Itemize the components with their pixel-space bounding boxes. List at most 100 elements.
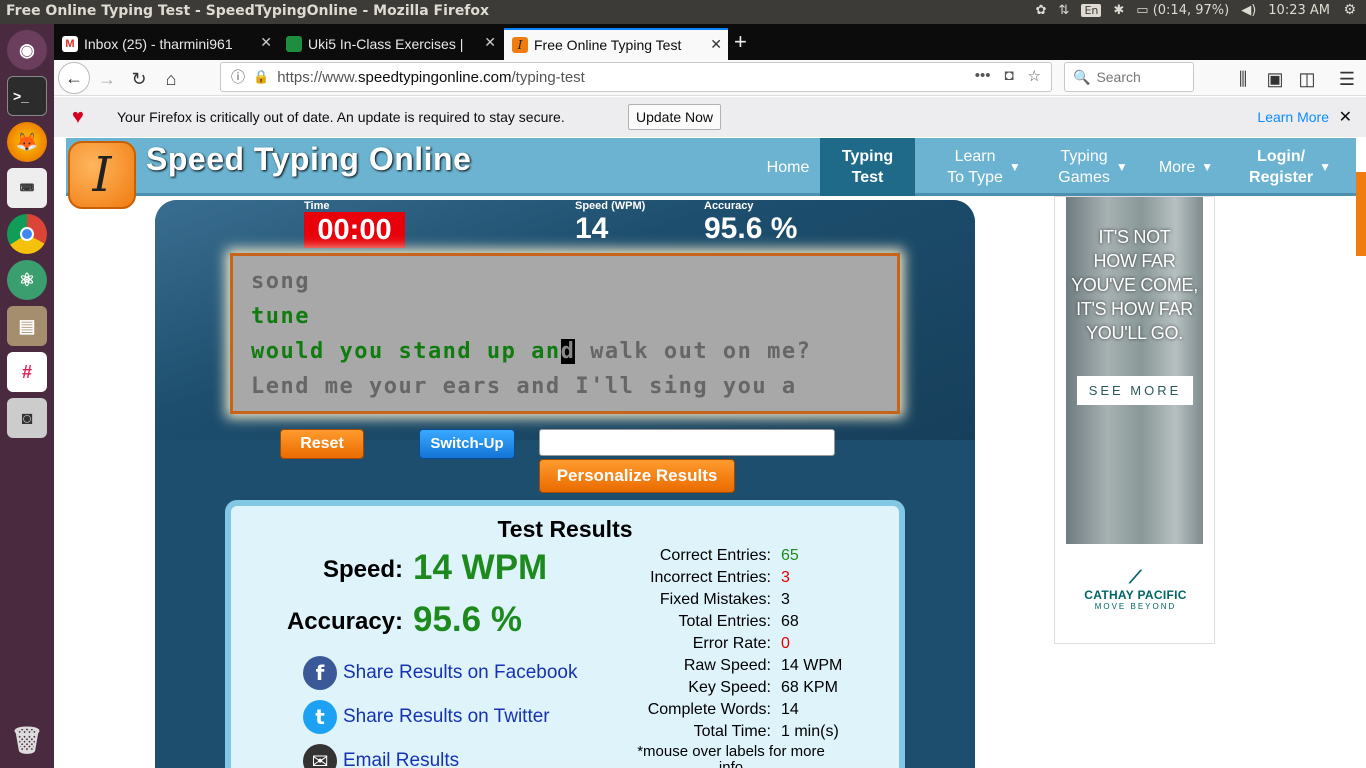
remaining-text: walk out on me?	[575, 339, 812, 364]
back-button[interactable]: ←	[58, 62, 90, 94]
volume-icon[interactable]: ◀)	[1241, 3, 1256, 18]
switch-up-button[interactable]: Switch-Up	[419, 429, 515, 459]
search-input[interactable]: 🔍 Search	[1064, 62, 1194, 92]
accuracy-result-label[interactable]: Accuracy:	[251, 608, 403, 636]
new-tab-button[interactable]: +	[734, 29, 747, 55]
chrome-icon[interactable]	[7, 214, 47, 254]
text-line-current: would you stand up and walk out on me?	[251, 334, 897, 369]
bluetooth-icon[interactable]: ✱	[1113, 3, 1124, 18]
share-twitter-link[interactable]: t Share Results on Twitter	[303, 700, 550, 734]
close-icon[interactable]: ✕	[1339, 107, 1352, 127]
page-actions-icon[interactable]: •••	[975, 67, 991, 85]
keyboard-icon[interactable]: ⌨	[7, 168, 47, 208]
ad-image: IT'S NOT HOW FAR YOU'VE COME, IT'S HOW F…	[1066, 197, 1203, 544]
tab-classroom[interactable]: Uki5 In-Class Exercises | ✕	[278, 28, 502, 60]
learn-more-link[interactable]: Learn More	[1257, 109, 1329, 125]
speed-result-label[interactable]: Speed:	[271, 556, 403, 584]
typing-text-box[interactable]: song tune would you stand up and walk ou…	[230, 253, 900, 414]
text-line: tune	[251, 304, 310, 329]
nav-home[interactable]: Home	[746, 138, 830, 196]
personalize-results-button[interactable]: Personalize Results	[539, 459, 735, 493]
tab-label: Inbox (25) - tharmini961	[84, 36, 233, 52]
os-top-bar: Free Online Typing Test - SpeedTypingOnl…	[0, 0, 1366, 24]
ad-see-more-button[interactable]: SEE MORE	[1077, 376, 1193, 405]
bookmark-star-icon[interactable]: ☆	[1028, 67, 1041, 85]
home-button[interactable]: ⌂	[158, 66, 184, 92]
stat-complete-words: Complete Words: 14	[647, 701, 799, 718]
timer: 00:00	[304, 212, 405, 248]
scrollbar-thumb[interactable]	[1356, 172, 1366, 256]
keyboard-language[interactable]: En	[1081, 4, 1102, 17]
pocket-icon[interactable]: ◘	[1004, 67, 1013, 85]
menu-icon[interactable]: ☰	[1334, 66, 1360, 92]
system-tray: ✿ ⇅ En ✱ ▭ (0:14, 97%) ◀) 10:23 AM	[1036, 3, 1330, 18]
name-input[interactable]	[539, 429, 835, 456]
site-header: I Speed Typing Online Home Typing Test Le…	[66, 138, 1356, 209]
email-results-link[interactable]: ✉ Email Results	[303, 744, 459, 768]
info-icon[interactable]: ⓘ	[231, 67, 245, 87]
ubuntu-dash-icon[interactable]: ◉	[7, 30, 47, 70]
nav-typing-test[interactable]: Typing Test	[820, 138, 915, 196]
lock-icon: 🔒	[253, 69, 270, 84]
nav-learn-to-type[interactable]: Learn To Type ▼	[932, 138, 1036, 196]
tab-typing-test[interactable]: I Free Online Typing Test ✕	[504, 28, 728, 60]
accuracy-label: Accuracy	[704, 200, 754, 212]
site-name[interactable]: Speed Typing Online	[146, 141, 471, 178]
reset-button[interactable]: Reset	[280, 429, 364, 459]
search-icon: 🔍	[1073, 68, 1091, 85]
close-tab-icon[interactable]: ✕	[260, 34, 272, 51]
terminal-icon[interactable]: >_	[7, 76, 47, 116]
stat-raw-speed: Raw Speed: 14 WPM	[683, 657, 843, 674]
text-line: Lend me your ears and I'll sing you a	[251, 374, 797, 399]
update-now-button[interactable]: Update Now	[628, 104, 722, 130]
url-text[interactable]: https://www.speedtypingonline.com/typing…	[277, 69, 585, 86]
nav-more[interactable]: More ▼	[1150, 138, 1222, 196]
navigation-bar: ← → ↻ ⌂ ⓘ 🔒 https://www.speedtypingonlin…	[54, 60, 1366, 96]
battery-text: (0:14, 97%)	[1152, 3, 1230, 18]
forward-button[interactable]: →	[94, 66, 120, 92]
slack-icon[interactable]: #	[7, 352, 47, 392]
screenshot-icon[interactable]: ◙	[7, 398, 47, 438]
results-title: Test Results	[497, 516, 633, 542]
reload-button[interactable]: ↻	[126, 66, 152, 92]
advertisement[interactable]: IT'S NOT HOW FAR YOU'VE COME, IT'S HOW F…	[1054, 196, 1215, 644]
tab-label: Free Online Typing Test	[534, 37, 682, 53]
accuracy-result-value: 95.6 %	[413, 600, 522, 639]
dropdown-arrow-icon: ▼	[1319, 159, 1331, 174]
url-bar[interactable]: ⓘ 🔒 https://www.speedtypingonline.com/ty…	[220, 62, 1052, 92]
clock[interactable]: 10:23 AM	[1268, 3, 1330, 18]
email-icon: ✉	[303, 744, 337, 768]
close-tab-icon[interactable]: ✕	[710, 36, 722, 53]
page-content: Time 00:00 Speed (WPM) 14 Accuracy 95.6 …	[54, 138, 1366, 768]
sidebar-icon[interactable]: ◫	[1294, 66, 1320, 92]
notification-message: Your Firefox is critically out of date. …	[117, 109, 565, 125]
classroom-icon	[286, 36, 302, 52]
battery-indicator[interactable]: ▭ (0:14, 97%)	[1136, 3, 1229, 18]
stat-fixed-mistakes: Fixed Mistakes: 3	[659, 591, 790, 608]
tab-label: Uki5 In-Class Exercises |	[308, 36, 464, 52]
share-facebook-link[interactable]: f Share Results on Facebook	[303, 656, 577, 690]
tab-bar: M Inbox (25) - tharmini961 ✕ Uki5 In-Cla…	[54, 24, 1366, 60]
gmail-icon: M	[62, 36, 78, 52]
library-icon[interactable]: ⫼	[1230, 66, 1256, 92]
stat-error-rate: Error Rate: 0	[692, 635, 790, 652]
tab-gmail[interactable]: M Inbox (25) - tharmini961 ✕	[54, 28, 278, 60]
files-icon[interactable]: ▤	[7, 306, 47, 346]
network-icon[interactable]: ⇅	[1059, 3, 1070, 18]
power-icon[interactable]: ⚙	[1343, 2, 1356, 18]
atom-icon[interactable]: ⚛	[7, 260, 47, 300]
nav-typing-games[interactable]: Typing Games ▼	[1048, 138, 1138, 196]
trash-icon[interactable]: 🗑	[7, 720, 47, 760]
dropbox-icon[interactable]: ✿	[1036, 3, 1047, 18]
downloads-icon[interactable]: ▣	[1262, 66, 1288, 92]
ubuntu-launcher: ◉ >_ 🦊 ⌨ ⚛ ▤ # ◙ 🗑	[0, 24, 54, 768]
cathay-pacific-logo[interactable]: ⟋ CATHAY PACIFIC MOVE BEYOND	[1055, 567, 1216, 611]
text-line: song	[251, 269, 310, 294]
speed-value: 14	[575, 212, 609, 245]
site-logo[interactable]: I	[68, 141, 136, 209]
nav-login-register[interactable]: Login/Register ▼	[1240, 138, 1340, 196]
firefox-icon[interactable]: 🦊	[7, 122, 47, 162]
close-tab-icon[interactable]: ✕	[484, 34, 496, 51]
speed-result-value: 14 WPM	[413, 548, 548, 587]
dropdown-arrow-icon: ▼	[1008, 159, 1021, 174]
